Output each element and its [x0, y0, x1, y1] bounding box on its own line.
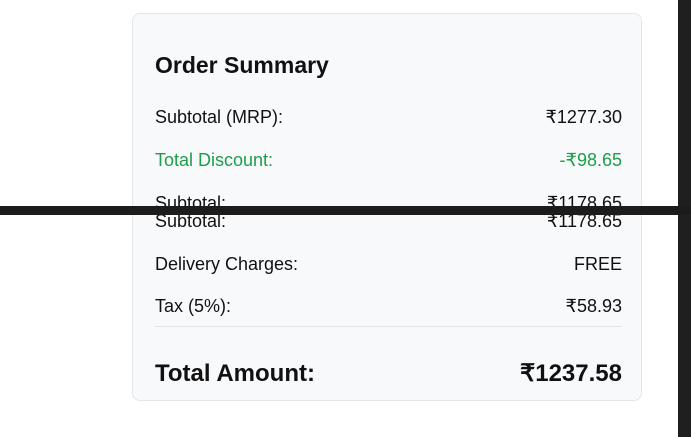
tax-value: ₹58.93	[565, 296, 623, 316]
delivery-charges-value: FREE	[573, 254, 622, 274]
subtotal-mrp-row: Subtotal (MRP): ₹1277.30	[155, 106, 622, 128]
total-amount-row: Total Amount: ₹1237.58	[155, 359, 622, 389]
overlay-divider-bar	[0, 206, 691, 215]
total-amount-value: ₹1237.58	[519, 360, 622, 387]
subtotal-mrp-label: Subtotal (MRP):	[155, 107, 284, 127]
total-discount-label: Total Discount:	[155, 150, 274, 170]
tax-row: Tax (5%): ₹58.93	[155, 295, 622, 317]
total-discount-value: -₹98.65	[559, 150, 623, 170]
summary-divider	[155, 326, 622, 327]
total-discount-row: Total Discount: -₹98.65	[155, 149, 622, 171]
order-summary-title: Order Summary	[155, 52, 329, 78]
delivery-charges-label: Delivery Charges:	[155, 254, 299, 274]
total-amount-label: Total Amount:	[155, 360, 315, 387]
tax-label: Tax (5%):	[155, 296, 232, 316]
subtotal-mrp-value: ₹1277.30	[545, 107, 622, 127]
delivery-charges-row: Delivery Charges: FREE	[155, 253, 622, 275]
right-edge-scrollbar	[678, 0, 691, 437]
